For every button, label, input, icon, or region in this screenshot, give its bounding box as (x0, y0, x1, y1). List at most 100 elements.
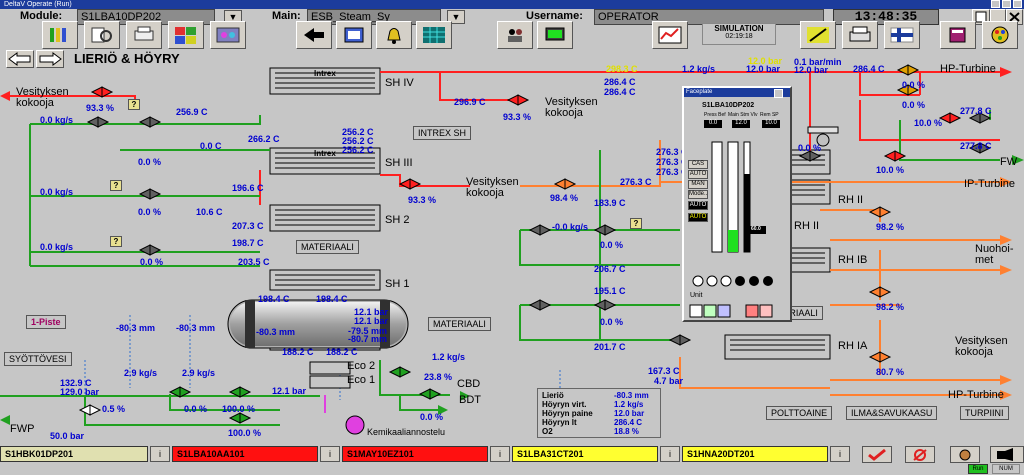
value: 0.5 % (102, 404, 126, 414)
rh1b-label: RH IB (838, 254, 868, 266)
value: 0.0 kg/s (40, 187, 74, 197)
value: 0.0 % (600, 317, 624, 327)
alarm-tag-1[interactable]: S1HBK01DP201 (0, 446, 148, 462)
kemikaali-label: Kemikaaliannostelu (367, 427, 446, 437)
summary-value: -80.3 mm (614, 391, 649, 400)
mode-actual: AUTO (688, 201, 708, 210)
alarm-info-button-5[interactable]: i (830, 446, 850, 462)
value: 0.0 % (184, 404, 208, 414)
cbd-label: CBD (457, 378, 481, 390)
value: 198.7 C (232, 238, 264, 248)
mode-man-button[interactable]: MAN (688, 180, 708, 189)
faceplate-leds (692, 275, 773, 287)
value: 12.0 bar (746, 64, 781, 74)
faceplate-bargraph (711, 141, 766, 253)
mode-auto-button[interactable]: AUTO (688, 170, 708, 179)
value: 1.2 kg/s (682, 64, 716, 74)
value: 286.4 C (853, 64, 885, 74)
horn-button[interactable] (905, 446, 935, 463)
turpiini-button[interactable]: TURPIINI (960, 406, 1009, 420)
value: 207.3 C (232, 221, 264, 231)
value: 4.7 bar (654, 376, 684, 386)
value: 93.3 % (408, 195, 437, 205)
faceplate-toolbar (689, 304, 773, 318)
value: 0.0 % (600, 240, 624, 250)
alarm-info-button-2[interactable]: i (320, 446, 340, 462)
mode-cas-button[interactable]: CAS (688, 160, 708, 169)
value: 0.0 kg/s (40, 242, 74, 252)
detail-button[interactable]: ? (110, 180, 122, 191)
value: 0.0 % (138, 157, 162, 167)
eco2-label: Eco 2 (347, 360, 376, 372)
value: -80.7 mm (348, 334, 388, 344)
alarm-tag-3[interactable]: S1MAY10EZ101 (342, 446, 488, 462)
value: 198.4 C (258, 294, 290, 304)
detail-button[interactable]: ? (128, 99, 140, 110)
horn-icon (913, 449, 927, 461)
value: 0.0 % (798, 143, 822, 153)
valve[interactable] (86, 116, 110, 128)
summary-label: Lieriö (542, 391, 564, 400)
faceplate-window[interactable]: Faceplate S1LBA10DP202 Press Bef Main St… (682, 86, 792, 322)
rh2-label: RH II (838, 194, 864, 206)
mode-menu-button[interactable]: Mode.. (688, 190, 708, 199)
materiaali-button-2[interactable]: MATERIAALI (428, 317, 491, 331)
value: 0.0 C (200, 141, 222, 151)
summary-value: 1.2 kg/s (614, 400, 644, 409)
value: 0.0 % (140, 257, 164, 267)
history-button[interactable] (950, 446, 980, 463)
acknowledge-button[interactable] (862, 446, 892, 463)
detail-button[interactable]: ? (630, 218, 642, 229)
value: 188.2 C (326, 347, 358, 357)
ilma-button[interactable]: ILMA&SAVUKAASU (846, 406, 938, 420)
alarm-tag-4[interactable]: S1LBA31CT201 (512, 446, 658, 462)
num-status: NUM (992, 464, 1020, 474)
value: 266.2 C (248, 134, 280, 144)
sh4-label: SH IV (385, 77, 414, 89)
materiaali-button-1[interactable]: MATERIAALI (296, 240, 359, 254)
faceplate-close-icon[interactable] (774, 89, 783, 98)
ip-turbine: IP-Turbine (964, 178, 1015, 190)
value: 98.2 % (876, 302, 905, 312)
alarm-info-button-3[interactable]: i (490, 446, 510, 462)
value: 0.0 % (902, 80, 926, 90)
intrex-sh-button[interactable]: INTREX SH (413, 126, 472, 140)
summary-label: O2 (542, 427, 553, 436)
value: 93.3 % (503, 112, 532, 122)
faceplate-col3: Rem SP (760, 112, 779, 118)
alarm-tag-2[interactable]: S1LBA10AA101 (172, 446, 318, 462)
mode-target: AUTO (688, 213, 708, 222)
intrex-label-2: Intrex (314, 149, 336, 158)
summary-label: Höyryn lt (542, 418, 577, 427)
value: 201.7 C (594, 342, 626, 352)
value: 183.9 C (594, 198, 626, 208)
value: 198.4 C (316, 294, 348, 304)
value: -80.3 mm (256, 327, 296, 337)
value: 1.2 kg/s (432, 352, 466, 362)
value: 98.4 % (550, 193, 579, 203)
value: 12.1 bar (272, 386, 307, 396)
value: 10.0 % (914, 118, 943, 128)
value: 286.4 C (604, 87, 636, 97)
value: 0.0 % (420, 412, 444, 422)
polttoaine-button[interactable]: POLTTOAINE (766, 406, 833, 420)
alarm-tag-5[interactable]: S1HNA20DT201 (682, 446, 828, 462)
value: 188.2 C (282, 347, 314, 357)
silence-horn-button[interactable] (990, 446, 1024, 463)
value: 256.9 C (176, 107, 208, 117)
hp-turbine-top: HP-Turbine (940, 63, 996, 75)
value: 276.3 C (620, 177, 652, 187)
value: 167.3 C (648, 366, 680, 376)
value: 93.3 % (86, 103, 115, 113)
detail-button[interactable]: ? (110, 236, 122, 247)
value: 50.0 bar (50, 431, 85, 441)
alarm-info-button-4[interactable]: i (660, 446, 680, 462)
piste-button[interactable]: 1-Piste (26, 315, 66, 329)
bdt-label: BDT (459, 394, 481, 406)
value: 80.7 % (876, 367, 905, 377)
faceplate-out: 60.0 (751, 226, 761, 232)
value: 100.0 % (228, 428, 262, 438)
value: -0.0 kg/s (552, 222, 589, 232)
summary-panel: Lieriö -80.3 mm Höyryn virt. 1.2 kg/s Höyryn… (537, 388, 661, 438)
alarm-info-button-1[interactable]: i (150, 446, 170, 462)
